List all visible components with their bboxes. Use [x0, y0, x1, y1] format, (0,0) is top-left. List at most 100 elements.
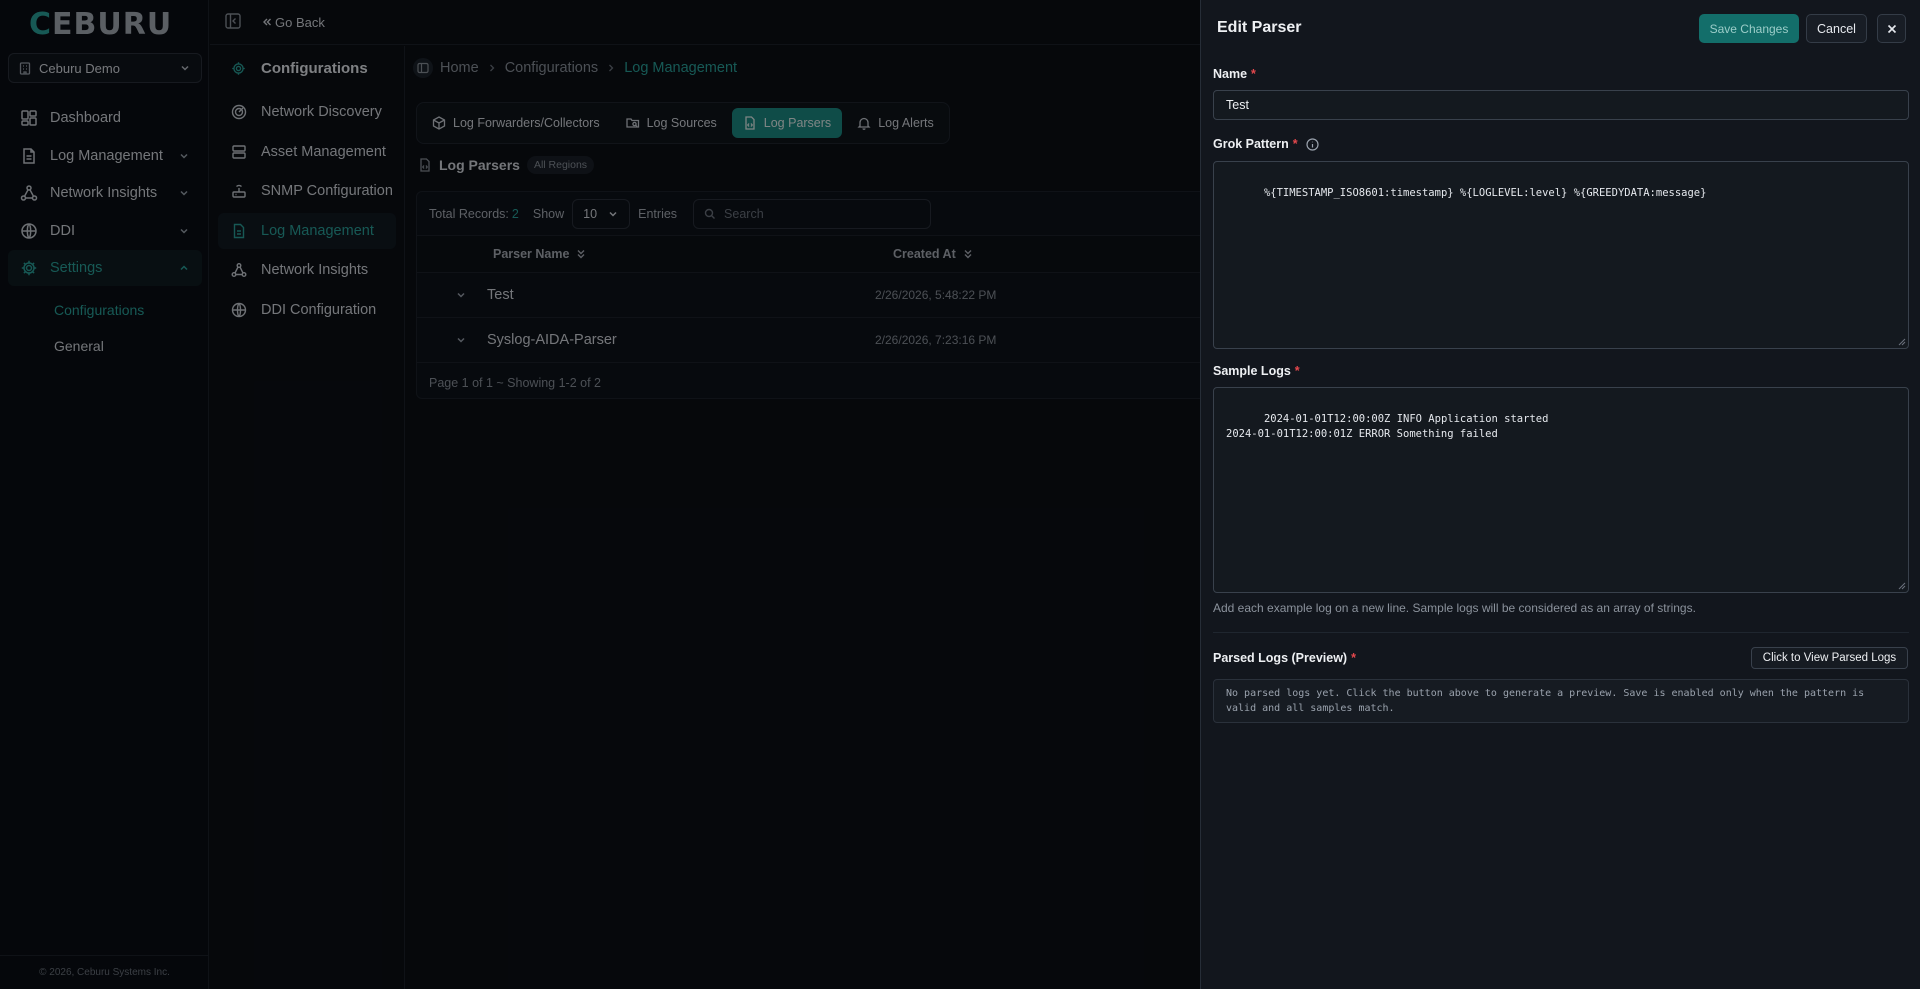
nav-item-label: Network Insights — [50, 185, 158, 201]
ceburu-logo[interactable]: C EBURU — [29, 7, 172, 42]
config-item-log-management[interactable]: Log Management — [218, 212, 396, 249]
subnav-item-general[interactable]: General — [54, 328, 202, 364]
expand-chevron-icon[interactable] — [455, 289, 475, 301]
settings-subnav: Configurations General — [8, 292, 202, 364]
gear-icon — [231, 61, 247, 76]
sidebar-collapse-icon[interactable] — [224, 12, 244, 32]
view-parsed-logs-button[interactable]: Click to View Parsed Logs — [1751, 647, 1908, 669]
config-item-label: Log Management — [261, 222, 374, 239]
config-item-label: Network Insights — [261, 262, 369, 278]
required-mark: * — [1351, 651, 1356, 665]
parsers-table-card: Total Records: 2 Show 10 Entries Search … — [416, 191, 1206, 399]
resize-handle-icon[interactable] — [1898, 338, 1906, 346]
tab-log-sources[interactable]: Log Sources — [615, 108, 728, 138]
box-icon — [432, 116, 446, 130]
panel-toggle-icon[interactable] — [413, 58, 433, 78]
config-item-asset-management[interactable]: Asset Management — [218, 134, 396, 170]
tab-log-forwarders[interactable]: Log Forwarders/Collectors — [421, 108, 611, 138]
column-parser-name[interactable]: Parser Name — [493, 247, 893, 261]
nav-item-label: Settings — [50, 260, 103, 276]
file-code-icon — [743, 116, 757, 130]
edit-parser-drawer: Edit Parser Save Changes Cancel Name * T… — [1200, 0, 1920, 989]
chevron-down-icon — [179, 62, 191, 74]
table-toolbar: Total Records: 2 Show 10 Entries Search — [417, 192, 1205, 235]
search-input[interactable]: Search — [693, 198, 932, 229]
radar-icon — [231, 104, 247, 120]
save-changes-button[interactable]: Save Changes — [1699, 14, 1799, 43]
total-records-label: Total Records: — [429, 206, 509, 221]
network-icon — [20, 184, 40, 202]
table-row[interactable]: Syslog-AIDA-Parser 2/26/2026, 7:23:16 PM — [417, 318, 1205, 363]
section-divider — [1213, 632, 1909, 633]
server-icon — [231, 144, 247, 160]
org-selector[interactable]: Ceburu Demo — [8, 53, 202, 83]
grok-pattern-value: %{TIMESTAMP_ISO8601:timestamp} %{LOGLEVE… — [1263, 187, 1707, 199]
row-created-at: 2/26/2026, 7:23:16 PM — [875, 333, 997, 347]
table-row[interactable]: Test 2/26/2026, 5:48:22 PM — [417, 273, 1205, 318]
chevron-down-icon — [178, 150, 190, 162]
region-badge: All Regions — [526, 156, 595, 174]
go-back-link[interactable]: Go Back — [262, 15, 325, 30]
tab-label: Log Alerts — [878, 116, 934, 130]
name-field[interactable]: Test — [1213, 90, 1909, 120]
main-sidebar: C EBURU Ceburu Demo Dashboard Log Manage… — [0, 0, 209, 989]
tab-log-parsers[interactable]: Log Parsers — [731, 108, 843, 138]
pagination-info: Page 1 of 1 ~ Showing 1-2 of 2 — [429, 376, 601, 390]
grok-pattern-textarea[interactable]: %{TIMESTAMP_ISO8601:timestamp} %{LOGLEVE… — [1213, 161, 1909, 349]
subnav-item-configurations[interactable]: Configurations — [54, 292, 202, 328]
sample-logs-textarea[interactable]: 2024-01-01T12:00:00Z INFO Application st… — [1213, 387, 1909, 593]
page-size-value: 10 — [583, 206, 598, 221]
info-icon[interactable] — [1305, 137, 1319, 151]
file-code-icon — [418, 158, 432, 172]
resize-handle-icon[interactable] — [1898, 582, 1906, 590]
config-sidebar-list: Network Discovery Asset Management SNMP … — [210, 94, 404, 328]
grok-pattern-label: Grok Pattern * — [1213, 137, 1319, 151]
tab-log-alerts[interactable]: Log Alerts — [846, 108, 945, 138]
globe-icon — [231, 302, 247, 318]
label-text: Parsed Logs (Preview) — [1213, 651, 1348, 665]
config-item-snmp-configuration[interactable]: SNMP Configuration — [218, 173, 396, 209]
config-item-network-discovery[interactable]: Network Discovery — [218, 94, 396, 130]
sort-icon — [575, 248, 587, 260]
gear-icon — [20, 259, 40, 277]
expand-chevron-icon[interactable] — [455, 334, 475, 346]
document-icon — [231, 223, 247, 239]
cancel-button[interactable]: Cancel — [1806, 14, 1867, 43]
folder-search-icon — [625, 116, 640, 130]
nav-item-dashboard[interactable]: Dashboard — [8, 100, 202, 136]
nav-item-network-insights[interactable]: Network Insights — [8, 175, 202, 211]
row-parser-name: Syslog-AIDA-Parser — [487, 332, 617, 348]
row-created-at: 2/26/2026, 5:48:22 PM — [875, 288, 997, 302]
chevron-right-icon — [607, 63, 615, 73]
config-item-network-insights[interactable]: Network Insights — [218, 252, 396, 288]
log-tabs: Log Forwarders/Collectors Log Sources Lo… — [416, 102, 950, 144]
nav-item-settings[interactable]: Settings — [8, 250, 202, 286]
bell-icon — [857, 116, 871, 130]
row-parser-name: Test — [487, 287, 514, 303]
sort-icon — [962, 248, 974, 260]
close-icon — [1886, 23, 1898, 35]
section-title: Log Parsers — [439, 157, 520, 173]
org-selector-label: Ceburu Demo — [39, 60, 120, 76]
search-icon — [704, 208, 716, 220]
sample-logs-label: Sample Logs * — [1213, 364, 1300, 378]
config-item-ddi-configuration[interactable]: DDI Configuration — [218, 292, 396, 328]
building-icon — [19, 61, 31, 75]
page-size-select[interactable]: 10 — [572, 198, 631, 229]
required-mark: * — [1294, 364, 1300, 378]
chevron-down-icon — [178, 225, 190, 237]
column-created-at[interactable]: Created At — [893, 247, 974, 261]
nav-item-ddi[interactable]: DDI — [8, 213, 202, 249]
search-placeholder: Search — [724, 206, 764, 221]
close-button[interactable] — [1877, 14, 1906, 43]
sample-logs-hint: Add each example log on a new line. Samp… — [1213, 601, 1696, 615]
breadcrumb-home[interactable]: Home — [440, 60, 479, 76]
nav-item-log-management[interactable]: Log Management — [8, 138, 202, 174]
go-back-label: Go Back — [275, 14, 325, 30]
config-sidebar-header: Configurations — [210, 46, 404, 90]
label-text: Name — [1213, 67, 1248, 81]
chevron-down-icon — [607, 208, 619, 220]
name-label: Name * — [1213, 67, 1256, 81]
breadcrumb-configurations[interactable]: Configurations — [505, 60, 599, 76]
parsed-logs-preview: No parsed logs yet. Click the button abo… — [1213, 679, 1909, 723]
